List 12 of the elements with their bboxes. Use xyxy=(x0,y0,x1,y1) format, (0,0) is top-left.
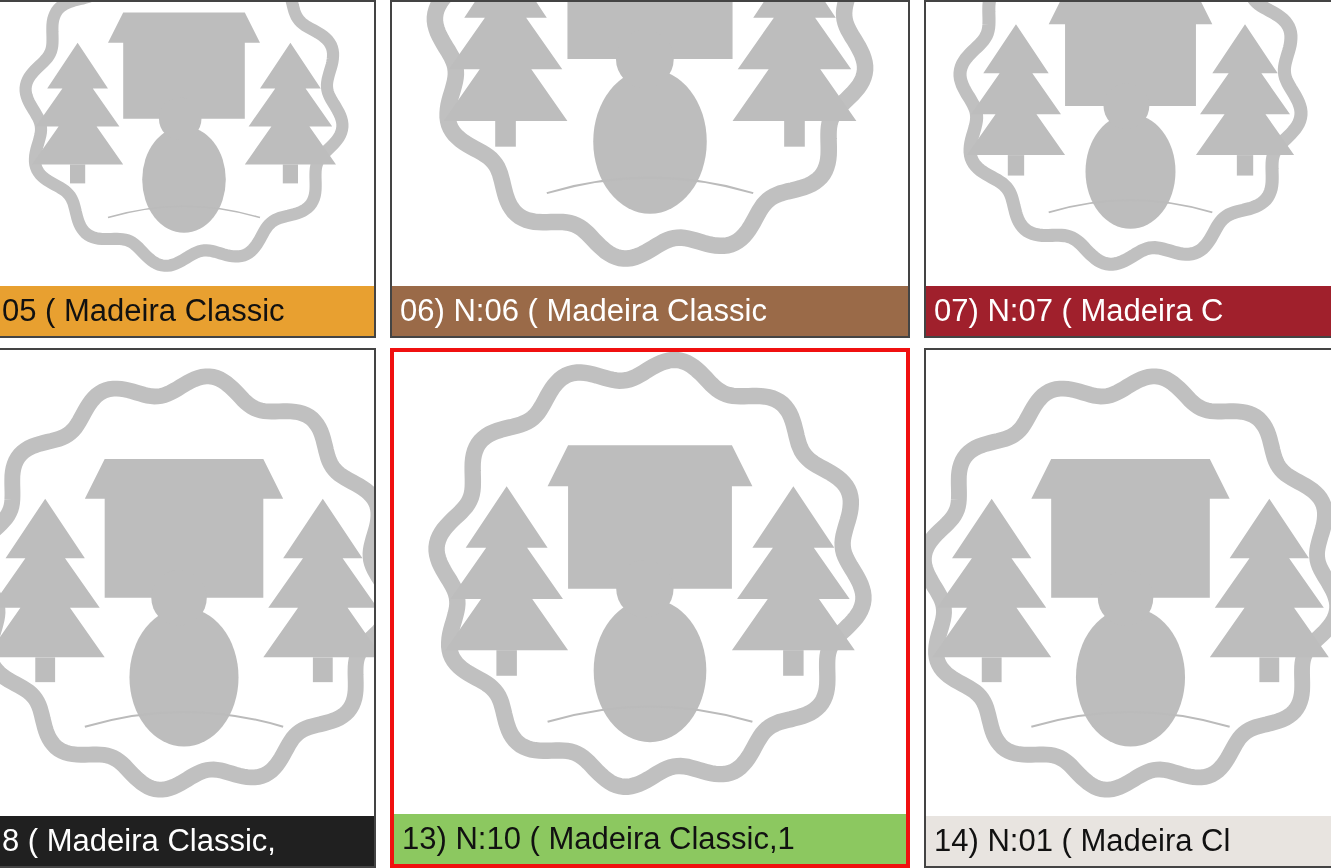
design-thumbnail[interactable]: 07) N:07 ( Madeira C xyxy=(924,0,1331,338)
thread-caption: 07) N:07 ( Madeira C xyxy=(926,286,1331,336)
thread-caption: 05 ( Madeira Classic xyxy=(0,286,374,336)
design-thumbnail[interactable]: 14) N:01 ( Madeira Cl xyxy=(924,348,1331,868)
design-thumbnail[interactable]: 06) N:06 ( Madeira Classic xyxy=(390,0,910,338)
design-thumbnail[interactable]: 05 ( Madeira Classic xyxy=(0,0,376,338)
design-thumbnail[interactable]: 13) N:10 ( Madeira Classic,1 xyxy=(390,348,910,868)
thread-caption: 8 ( Madeira Classic, xyxy=(0,816,374,866)
thread-caption: 06) N:06 ( Madeira Classic xyxy=(392,286,908,336)
thread-caption: 13) N:10 ( Madeira Classic,1 xyxy=(394,814,906,864)
design-thumbnail[interactable]: 8 ( Madeira Classic, xyxy=(0,348,376,868)
thread-caption: 14) N:01 ( Madeira Cl xyxy=(926,816,1331,866)
